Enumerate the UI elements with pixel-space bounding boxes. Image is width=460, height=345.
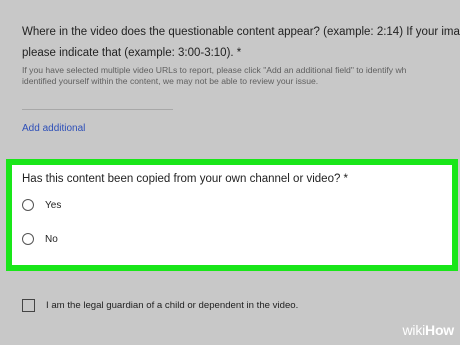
copied-content-question-title: Has this content been copied from your o… [22, 173, 349, 185]
radio-option-no[interactable]: No [22, 232, 58, 246]
question-timestamp: Where in the video does the questionable… [22, 22, 460, 64]
question-timestamp-line1: Where in the video does the questionable… [22, 26, 460, 38]
checkbox-icon[interactable] [22, 298, 35, 312]
radio-circle-icon[interactable] [22, 233, 34, 245]
timestamp-answer-input[interactable] [22, 109, 173, 110]
radio-circle-icon[interactable] [22, 199, 34, 211]
radio-option-yes[interactable]: Yes [22, 198, 61, 212]
radio-label-no: No [45, 233, 58, 245]
wikihow-logo-wiki: wiki [402, 322, 426, 338]
guardian-checkbox-label: I am the legal guardian of a child or de… [46, 299, 299, 311]
wikihow-logo: wikiHow [402, 322, 455, 338]
help-text-line2: identified yourself within the content, … [22, 76, 319, 86]
guardian-checkbox-row[interactable]: I am the legal guardian of a child or de… [22, 298, 298, 312]
help-text-line1: If you have selected multiple video URLs… [22, 65, 407, 75]
question-timestamp-line2: please indicate that (example: 3:00-3:10… [22, 47, 242, 59]
add-additional-link[interactable]: Add additional [22, 123, 85, 134]
copied-content-question-card: Has this content been copied from your o… [6, 159, 458, 271]
wikihow-logo-how: How [425, 322, 454, 338]
radio-label-yes: Yes [45, 199, 62, 211]
question-timestamp-help: If you have selected multiple video URLs… [22, 65, 406, 87]
